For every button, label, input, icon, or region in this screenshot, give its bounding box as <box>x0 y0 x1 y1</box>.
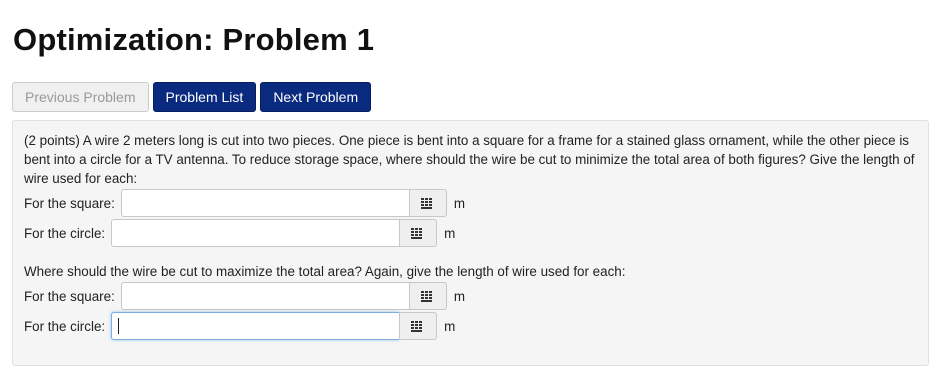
answer-row-max-circle: For the circle: m <box>24 311 917 341</box>
problem-nav: Previous Problem Problem List Next Probl… <box>12 82 372 112</box>
next-problem-button[interactable]: Next Problem <box>260 82 372 112</box>
answer-row-min-circle: For the circle: m <box>24 218 917 248</box>
answer-label: For the square: <box>24 288 115 304</box>
keyboard-grid-icon[interactable] <box>399 312 438 340</box>
keyboard-grid-icon[interactable] <box>399 219 438 247</box>
problem-list-button[interactable]: Problem List <box>152 82 257 112</box>
answer-label: For the circle: <box>24 225 106 241</box>
answer-row-min-square: For the square: m <box>24 188 917 218</box>
previous-problem-button[interactable]: Previous Problem <box>12 82 149 112</box>
unit-label: m <box>444 318 456 334</box>
max-circle-input[interactable] <box>111 312 400 340</box>
answer-label: For the circle: <box>24 318 106 334</box>
answer-row-max-square: For the square: m <box>24 281 917 311</box>
answer-field <box>120 282 447 310</box>
unit-label: m <box>444 225 456 241</box>
keyboard-grid-icon[interactable] <box>408 189 447 217</box>
unit-label: m <box>453 195 465 211</box>
answer-field <box>120 189 447 217</box>
keyboard-grid-icon[interactable] <box>408 282 447 310</box>
text-caret <box>118 318 120 334</box>
problem-statement: (2 points) A wire 2 meters long is cut i… <box>24 133 915 186</box>
answer-field <box>111 312 438 340</box>
max-square-input[interactable] <box>120 282 409 310</box>
page-title: Optimization: Problem 1 <box>13 22 375 57</box>
unit-label: m <box>453 288 465 304</box>
answer-field <box>111 219 438 247</box>
min-circle-input[interactable] <box>111 219 400 247</box>
min-square-input[interactable] <box>120 189 409 217</box>
problem-panel: (2 points) A wire 2 meters long is cut i… <box>12 120 929 366</box>
answer-label: For the square: <box>24 195 115 211</box>
part2-prompt: Where should the wire be cut to maximize… <box>24 264 626 279</box>
